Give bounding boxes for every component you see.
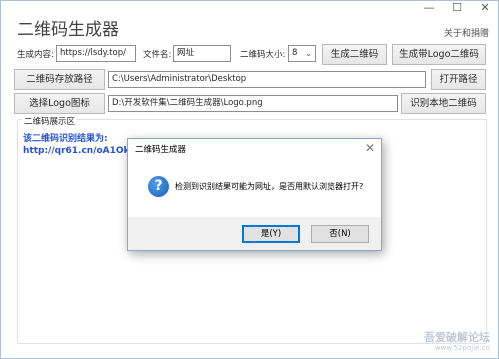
close-icon[interactable]: ✕: [365, 141, 375, 155]
yes-button[interactable]: 是(Y): [242, 225, 300, 243]
dialog-message: 检测到识别结果可能为网址，是否用默认浏览器打开?: [175, 182, 364, 191]
no-button[interactable]: 否(N): [311, 225, 369, 243]
dialog-body: ? 检测到识别结果可能为网址，是否用默认浏览器打开?: [128, 159, 381, 217]
open-url-dialog: 二维码生成器 ✕ ? 检测到识别结果可能为网址，是否用默认浏览器打开? 是(Y)…: [127, 138, 382, 251]
dialog-title: 二维码生成器: [135, 145, 187, 155]
dialog-titlebar[interactable]: 二维码生成器 ✕: [128, 139, 381, 159]
dialog-footer: 是(Y) 否(N): [128, 217, 381, 250]
question-icon: ?: [148, 176, 169, 197]
